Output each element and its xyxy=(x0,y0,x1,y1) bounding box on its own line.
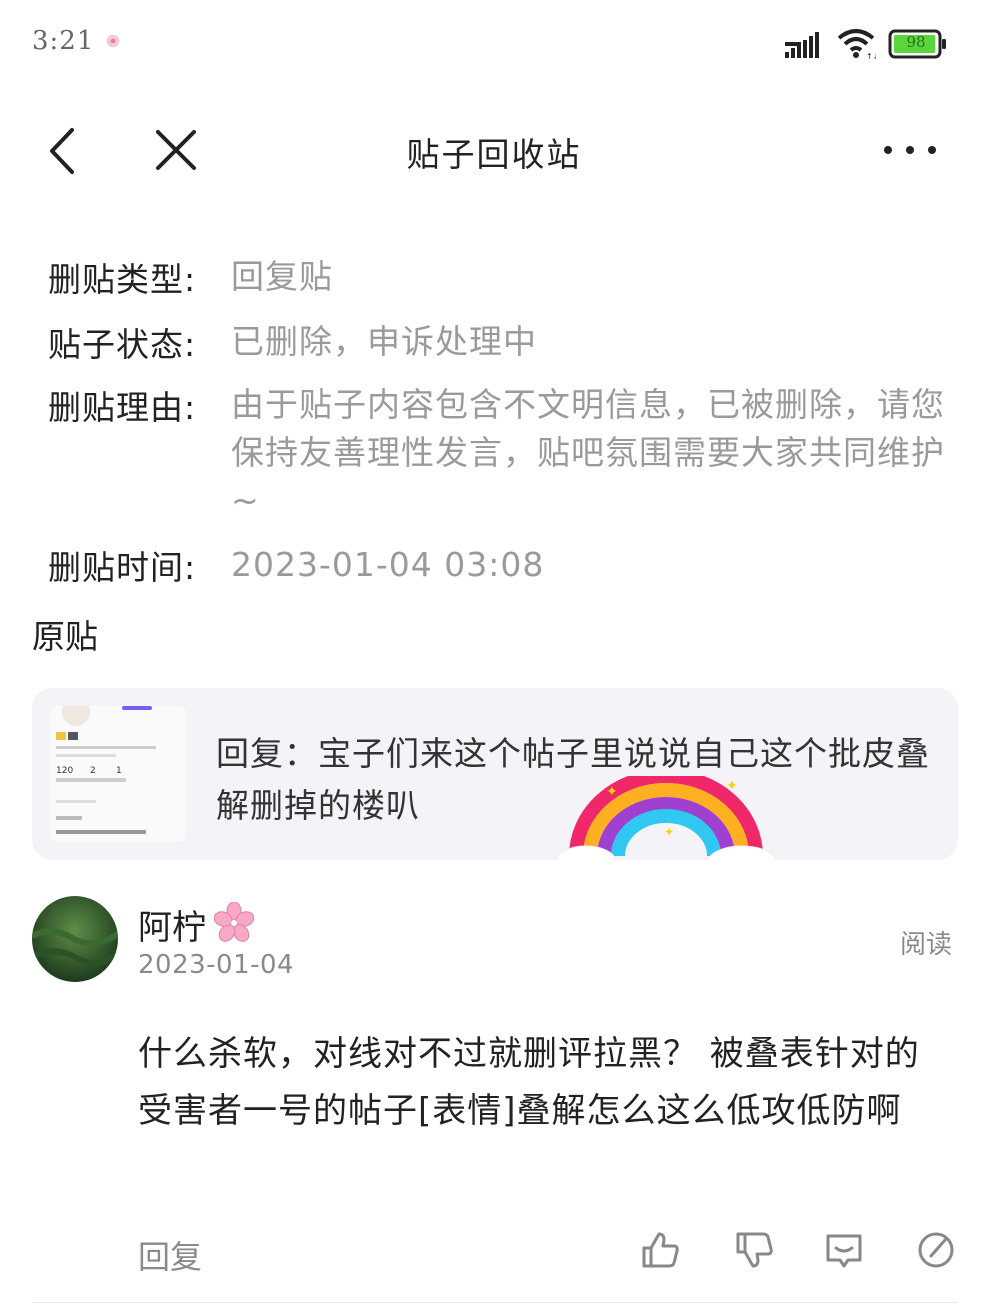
original-post-title: 原贴 xyxy=(32,617,98,656)
delete-reason-label: 删贴理由: xyxy=(48,388,197,427)
reply-button[interactable]: 回复 xyxy=(138,1232,202,1278)
original-post-card[interactable]: 120 2 1 回复：宝子们来这个帖子里说说自己这个批皮叠解删掉的楼叭 ✦ ✦ … xyxy=(32,688,958,860)
avatar-image-icon xyxy=(32,896,118,982)
flower-notification-icon xyxy=(106,34,120,48)
delete-type-value: 回复贴 xyxy=(231,257,333,296)
svg-text:✦: ✦ xyxy=(664,825,674,839)
comment-text: 什么杀软，对线对不过就删评拉黑？ 被叠表针对的受害者一号的帖子[表情]叠解怎么这… xyxy=(138,1034,920,1131)
delete-time-value: 2023-01-04 03:08 xyxy=(231,545,545,584)
thumbs-down-icon[interactable] xyxy=(732,1228,776,1272)
user-name[interactable]: 阿柠 xyxy=(138,900,206,949)
rainbow-sticker-icon: ✦ ✦ ✦ xyxy=(555,776,777,860)
svg-text:↑↓: ↑↓ xyxy=(866,52,876,60)
post-status-label: 贴子状态: xyxy=(48,325,197,364)
more-icon[interactable] xyxy=(880,140,940,160)
page-title: 贴子回收站 xyxy=(406,135,582,174)
thumb-count-b: 2 xyxy=(90,766,96,776)
delete-type-label: 删贴类型: xyxy=(48,260,197,299)
read-button[interactable]: 阅读 xyxy=(900,924,952,961)
signal-icon xyxy=(785,32,819,58)
thumbs-up-icon[interactable] xyxy=(638,1228,682,1272)
avatar[interactable] xyxy=(32,896,118,982)
divider xyxy=(32,1302,958,1303)
comment-date: 2023-01-04 xyxy=(138,950,295,980)
delete-reason-value: 由于贴子内容包含不文明信息，已被删除，请您保持友善理性发言，贴吧氛围需要大家共同… xyxy=(231,385,945,520)
thumb-count-c: 1 xyxy=(116,766,122,776)
thumb-count-a: 120 xyxy=(56,766,74,776)
delete-time-label: 删贴时间: xyxy=(48,548,197,587)
svg-text:✦: ✦ xyxy=(726,778,738,794)
comment-icon[interactable] xyxy=(822,1228,866,1272)
svg-text:✦: ✦ xyxy=(606,784,618,800)
battery-level: 98 xyxy=(906,33,926,51)
share-icon[interactable] xyxy=(914,1228,958,1272)
post-status-value: 已删除，申诉处理中 xyxy=(231,322,537,361)
battery-indicator: 98 xyxy=(888,28,948,60)
sakura-icon xyxy=(214,902,254,942)
post-thumbnail: 120 2 1 xyxy=(50,706,186,842)
wifi-icon: ↑↓ xyxy=(837,29,876,60)
status-time: 3:21 xyxy=(32,26,95,56)
